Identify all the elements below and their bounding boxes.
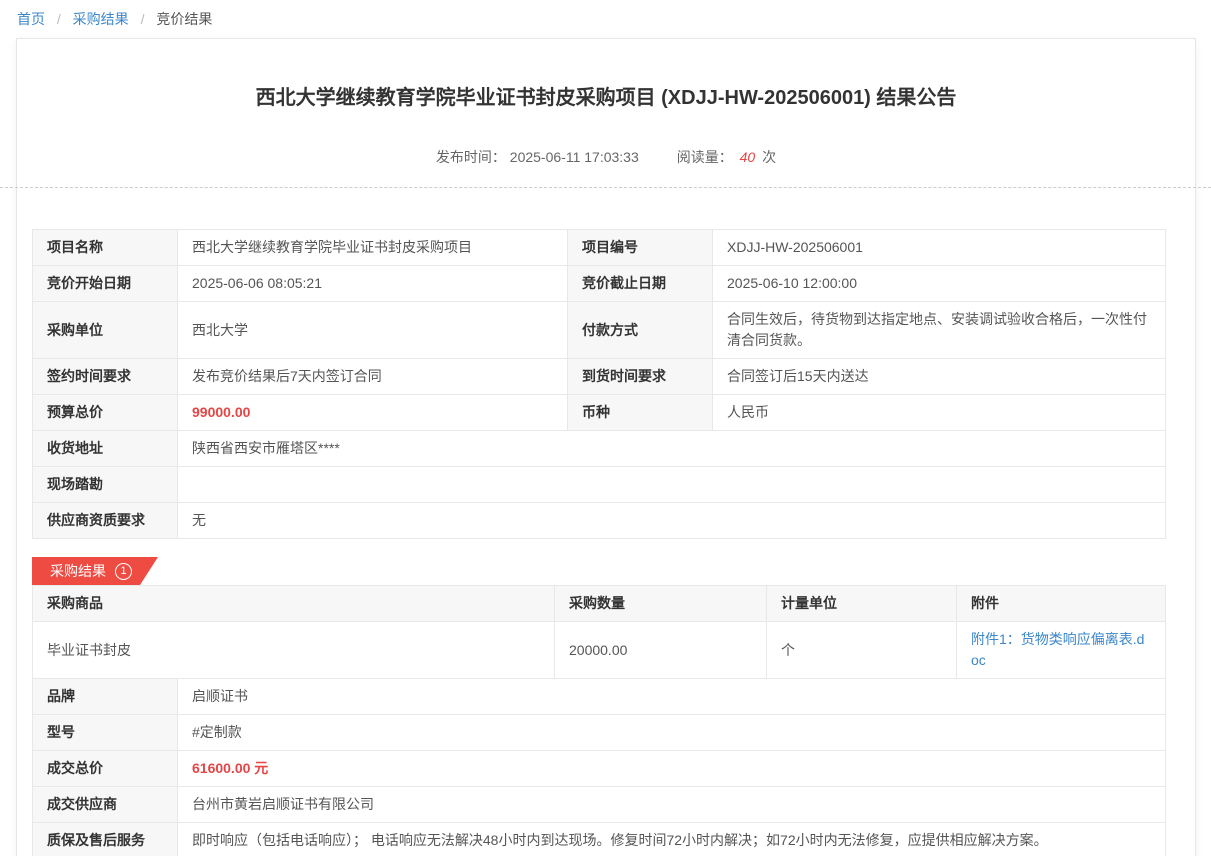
signing-time-value: 发布竞价结果后7天内签订合同 bbox=[178, 359, 568, 395]
breadcrumb-separator: / bbox=[57, 11, 61, 27]
breadcrumb-current-bidding-results: 竞价结果 bbox=[156, 11, 212, 27]
winning-supplier-value: 台州市黄岩启顺证书有限公司 bbox=[178, 787, 1166, 823]
table-row: 现场踏勘 bbox=[33, 467, 1166, 503]
product-column-header: 采购商品 bbox=[33, 586, 555, 622]
dashed-divider bbox=[0, 187, 1211, 188]
product-unit-cell: 个 bbox=[767, 622, 957, 679]
table-row: 预算总价 99000.00 币种 人民币 bbox=[33, 395, 1166, 431]
purchaser-label: 采购单位 bbox=[33, 302, 178, 359]
announcement-meta: 发布时间： 2025-06-11 17:03:33 阅读量： 40 次 bbox=[32, 147, 1180, 167]
product-quantity-cell: 20000.00 bbox=[555, 622, 767, 679]
breadcrumb-separator: / bbox=[141, 11, 145, 27]
payment-method-value: 合同生效后，待货物到达指定地点、安装调试验收合格后，一次性付清合同货款。 bbox=[713, 302, 1166, 359]
project-name-label: 项目名称 bbox=[33, 230, 178, 266]
supplier-qualification-value: 无 bbox=[178, 503, 1166, 539]
payment-method-label: 付款方式 bbox=[568, 302, 713, 359]
site-survey-value bbox=[178, 467, 1166, 503]
budget-total-label: 预算总价 bbox=[33, 395, 178, 431]
project-number-label: 项目编号 bbox=[568, 230, 713, 266]
publish-time: 发布时间： 2025-06-11 17:03:33 bbox=[436, 147, 639, 167]
site-survey-label: 现场踏勘 bbox=[33, 467, 178, 503]
bid-deadline-value: 2025-06-10 12:00:00 bbox=[713, 266, 1166, 302]
delivery-time-value: 合同签订后15天内送达 bbox=[713, 359, 1166, 395]
budget-total-value: 99000.00 bbox=[178, 395, 568, 431]
publish-time-label: 发布时间： bbox=[436, 149, 506, 165]
table-row: 成交供应商 台州市黄岩启顺证书有限公司 bbox=[33, 787, 1166, 823]
table-row: 品牌 启顺证书 bbox=[33, 679, 1166, 715]
attachment-link[interactable]: 附件1：货物类响应偏离表.doc bbox=[971, 631, 1144, 668]
table-row: 质保及售后服务 即时响应（包括电话响应）； 电话响应无法解决48小时内到达现场。… bbox=[33, 823, 1166, 856]
table-row: 供应商资质要求 无 bbox=[33, 503, 1166, 539]
table-row: 项目名称 西北大学继续教育学院毕业证书封皮采购项目 项目编号 XDJJ-HW-2… bbox=[33, 230, 1166, 266]
quantity-column-header: 采购数量 bbox=[555, 586, 767, 622]
attachment-cell: 附件1：货物类响应偏离表.doc bbox=[957, 622, 1166, 679]
final-price-value: 61600.00 元 bbox=[178, 751, 1166, 787]
delivery-time-label: 到货时间要求 bbox=[568, 359, 713, 395]
model-value: #定制款 bbox=[178, 715, 1166, 751]
view-count-label: 阅读量： bbox=[677, 149, 733, 165]
warranty-service-value: 即时响应（包括电话响应）； 电话响应无法解决48小时内到达现场。修复时间72小时… bbox=[178, 823, 1166, 856]
delivery-address-label: 收货地址 bbox=[33, 431, 178, 467]
supplier-qualification-label: 供应商资质要求 bbox=[33, 503, 178, 539]
unit-column-header: 计量单位 bbox=[767, 586, 957, 622]
project-name-value: 西北大学继续教育学院毕业证书封皮采购项目 bbox=[178, 230, 568, 266]
currency-value: 人民币 bbox=[713, 395, 1166, 431]
breadcrumb-home-link[interactable]: 首页 bbox=[17, 11, 45, 27]
purchase-result-table: 采购商品 采购数量 计量单位 附件 毕业证书封皮 20000.00 个 附件1：… bbox=[32, 585, 1166, 856]
view-count: 阅读量： 40 次 bbox=[677, 147, 776, 167]
bid-start-date-value: 2025-06-06 08:05:21 bbox=[178, 266, 568, 302]
view-count-value: 40 bbox=[740, 149, 756, 165]
page-title: 西北大学继续教育学院毕业证书封皮采购项目 (XDJJ-HW-202506001)… bbox=[32, 39, 1180, 111]
table-row: 型号 #定制款 bbox=[33, 715, 1166, 751]
breadcrumb-purchase-results-link[interactable]: 采购结果 bbox=[73, 11, 129, 27]
table-header-row: 采购商品 采购数量 计量单位 附件 bbox=[33, 586, 1166, 622]
final-price-label: 成交总价 bbox=[33, 751, 178, 787]
bid-start-date-label: 竞价开始日期 bbox=[33, 266, 178, 302]
view-count-unit: 次 bbox=[762, 149, 776, 165]
winning-supplier-label: 成交供应商 bbox=[33, 787, 178, 823]
attachment-column-header: 附件 bbox=[957, 586, 1166, 622]
table-row: 毕业证书封皮 20000.00 个 附件1：货物类响应偏离表.doc bbox=[33, 622, 1166, 679]
signing-time-label: 签约时间要求 bbox=[33, 359, 178, 395]
table-row: 竞价开始日期 2025-06-06 08:05:21 竞价截止日期 2025-0… bbox=[33, 266, 1166, 302]
project-info-table: 项目名称 西北大学继续教育学院毕业证书封皮采购项目 项目编号 XDJJ-HW-2… bbox=[32, 229, 1166, 539]
model-label: 型号 bbox=[33, 715, 178, 751]
breadcrumb: 首页 / 采购结果 / 竞价结果 bbox=[17, 9, 1211, 29]
delivery-address-value: 陕西省西安市雁塔区**** bbox=[178, 431, 1166, 467]
project-number-value: XDJJ-HW-202506001 bbox=[713, 230, 1166, 266]
warranty-service-label: 质保及售后服务 bbox=[33, 823, 178, 856]
table-row: 收货地址 陕西省西安市雁塔区**** bbox=[33, 431, 1166, 467]
purchase-result-count-badge: 1 bbox=[115, 563, 132, 580]
announcement-card: 西北大学继续教育学院毕业证书封皮采购项目 (XDJJ-HW-202506001)… bbox=[16, 38, 1196, 856]
currency-label: 币种 bbox=[568, 395, 713, 431]
product-name-cell: 毕业证书封皮 bbox=[33, 622, 555, 679]
table-row: 签约时间要求 发布竞价结果后7天内签订合同 到货时间要求 合同签订后15天内送达 bbox=[33, 359, 1166, 395]
brand-value: 启顺证书 bbox=[178, 679, 1166, 715]
purchase-result-badge-label: 采购结果 bbox=[50, 561, 106, 581]
table-row: 成交总价 61600.00 元 bbox=[33, 751, 1166, 787]
brand-label: 品牌 bbox=[33, 679, 178, 715]
publish-time-value: 2025-06-11 17:03:33 bbox=[510, 149, 639, 165]
bid-deadline-label: 竞价截止日期 bbox=[568, 266, 713, 302]
table-row: 采购单位 西北大学 付款方式 合同生效后，待货物到达指定地点、安装调试验收合格后… bbox=[33, 302, 1166, 359]
purchase-result-badge: 采购结果 1 bbox=[32, 557, 158, 585]
purchaser-value: 西北大学 bbox=[178, 302, 568, 359]
